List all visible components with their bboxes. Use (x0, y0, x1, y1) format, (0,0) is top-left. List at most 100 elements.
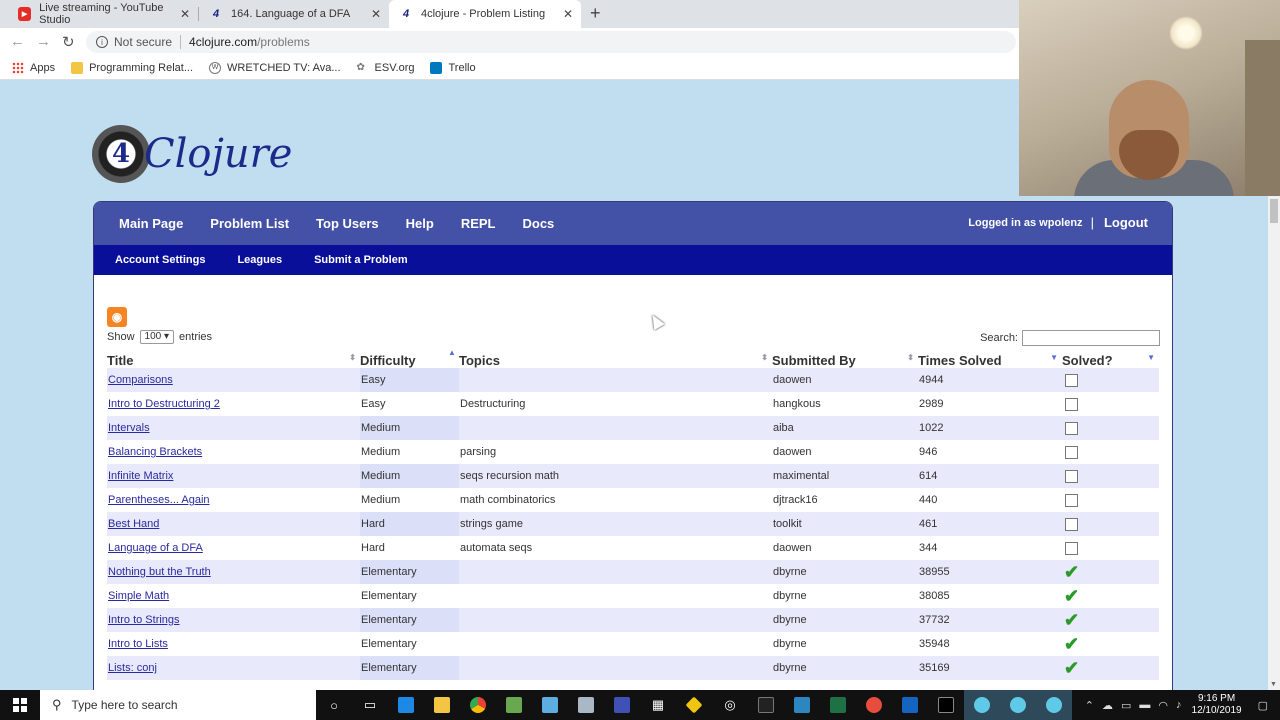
terminal-icon[interactable] (748, 690, 784, 720)
file-explorer-icon[interactable] (424, 690, 460, 720)
task-view-icon[interactable]: ▭ (352, 690, 388, 720)
col-topics[interactable]: Topics ⬍ (459, 352, 772, 368)
notifications-icon[interactable]: ▢ (1258, 699, 1268, 712)
tab-problem-listing[interactable]: 4 4clojure - Problem Listing ✕ (389, 0, 581, 28)
nav-help[interactable]: Help (406, 216, 434, 231)
difficulty-cell: Medium (361, 446, 401, 458)
site-logo[interactable]: 4 Clojure (92, 125, 292, 183)
nav-problem-list[interactable]: Problem List (210, 216, 289, 231)
nav-main-page[interactable]: Main Page (119, 216, 183, 231)
address-bar[interactable]: i Not secure 4clojure.com/problems (86, 31, 1016, 53)
bookmark-programming[interactable]: Programming Relat... (71, 61, 193, 74)
bookmark-wretched[interactable]: W WRETCHED TV: Ava... (209, 61, 341, 74)
scroll-down-icon[interactable]: ▼ (1270, 681, 1277, 688)
cortana-icon[interactable]: ○ (316, 690, 352, 720)
nav-repl[interactable]: REPL (461, 216, 496, 231)
difficulty-cell: Medium (361, 494, 401, 506)
col-times-solved[interactable]: Times Solved ▼ (918, 352, 1062, 368)
chevron-up-icon[interactable]: ⌃ (1085, 699, 1094, 712)
col-title[interactable]: Title ⬍ (107, 352, 360, 368)
bookmark-trello[interactable]: Trello (430, 61, 476, 74)
powershell-icon[interactable] (892, 690, 928, 720)
difficulty-cell: Medium (360, 464, 459, 488)
problem-link[interactable]: Best Hand (108, 518, 159, 530)
volume-icon[interactable]: ♪ (1176, 699, 1182, 711)
trello-icon (430, 61, 443, 74)
problem-link[interactable]: Nothing but the Truth (108, 566, 211, 578)
problem-link[interactable]: Intro to Destructuring 2 (108, 398, 220, 410)
checkmark-icon: ✔ (1064, 633, 1080, 654)
search-input[interactable] (1022, 330, 1160, 346)
col-solved[interactable]: Solved? ▼ (1062, 352, 1159, 368)
checkmark-icon: ✔ (1064, 585, 1080, 606)
difficulty-cell: Easy (361, 398, 386, 410)
solved-cell: ✔ (1062, 560, 1159, 584)
electron-app-icon[interactable] (1036, 690, 1072, 720)
new-tab-icon[interactable]: + (590, 3, 601, 24)
cloud-icon[interactable]: ☁ (1102, 699, 1113, 712)
start-button[interactable] (0, 690, 40, 720)
app-icon[interactable] (856, 690, 892, 720)
taskbar-search[interactable]: ⚲ Type here to search (40, 690, 316, 720)
nav-account-settings[interactable]: Account Settings (115, 254, 205, 266)
difficulty-cell: Hard (361, 542, 385, 554)
col-submitted-by[interactable]: Submitted By ⬍ (772, 352, 918, 368)
problem-link[interactable]: Intervals (108, 422, 150, 434)
vscode-icon[interactable] (388, 690, 424, 720)
app-icon[interactable]: ◎ (712, 690, 748, 720)
display-icon[interactable]: ▭ (1121, 699, 1131, 712)
tab-language-of-dfa[interactable]: 4 164. Language of a DFA ✕ (199, 0, 389, 28)
system-clock[interactable]: 9:16 PM 12/10/2019 (1192, 693, 1242, 717)
problem-link[interactable]: Parentheses... Again (108, 494, 210, 506)
scrollbar-thumb[interactable] (1270, 199, 1278, 223)
tab-youtube-studio[interactable]: ▶ Live streaming - YouTube Studio ✕ (8, 0, 199, 28)
reload-icon[interactable]: ↻ (62, 33, 75, 51)
problem-link[interactable]: Intro to Strings (108, 614, 180, 626)
problem-link[interactable]: Intro to Lists (108, 638, 168, 650)
entries-select[interactable]: 100 ▾ (139, 330, 175, 344)
excel-icon[interactable] (820, 690, 856, 720)
problem-title-cell: Comparisons (107, 368, 360, 392)
rss-icon[interactable]: ◉ (107, 307, 127, 327)
app-icon[interactable] (784, 690, 820, 720)
terminal-icon[interactable] (928, 690, 964, 720)
notepad-icon[interactable] (496, 690, 532, 720)
windows-logo-icon (13, 698, 27, 712)
problem-link[interactable]: Lists: conj (108, 662, 157, 674)
submitted-by-cell: dbyrne (773, 590, 807, 602)
forward-icon[interactable]: → (36, 33, 51, 50)
nav-docs[interactable]: Docs (523, 216, 555, 231)
problem-link[interactable]: Language of a DFA (108, 542, 203, 554)
bookmark-apps[interactable]: Apps (12, 61, 55, 74)
close-icon[interactable]: ✕ (371, 7, 381, 21)
back-icon[interactable]: ← (10, 33, 25, 50)
battery-icon[interactable]: ▬ (1139, 699, 1150, 711)
chrome-icon[interactable] (460, 690, 496, 720)
youtube-icon: ▶ (18, 7, 32, 21)
wifi-icon[interactable]: ◠ (1158, 699, 1168, 712)
problem-link[interactable]: Comparisons (108, 374, 173, 386)
logout-link[interactable]: Logout (1104, 215, 1148, 230)
submitted-by-cell: dbyrne (772, 608, 918, 632)
nav-leagues[interactable]: Leagues (237, 254, 282, 266)
app-icon[interactable] (568, 690, 604, 720)
electron-app-icon[interactable] (1000, 690, 1036, 720)
topics-cell: math combinatorics (460, 494, 556, 506)
problem-link[interactable]: Simple Math (108, 590, 169, 602)
nav-submit-problem[interactable]: Submit a Problem (314, 254, 408, 266)
app-icon[interactable] (532, 690, 568, 720)
table-row: Infinite Matrix Medium seqs recursion math… (107, 464, 1159, 488)
info-icon[interactable]: i (96, 36, 108, 48)
electron-app-icon[interactable] (964, 690, 1000, 720)
problem-link[interactable]: Balancing Brackets (108, 446, 202, 458)
network-app-icon[interactable] (604, 690, 640, 720)
calculator-icon[interactable]: ▦ (640, 690, 676, 720)
col-difficulty[interactable]: Difficulty ▲ (360, 348, 459, 368)
close-icon[interactable]: ✕ (180, 7, 190, 21)
bookmark-esv[interactable]: ✿ ESV.org (357, 62, 415, 74)
nav-top-users[interactable]: Top Users (316, 216, 379, 231)
git-icon[interactable] (676, 690, 712, 720)
close-icon[interactable]: ✕ (563, 7, 573, 21)
topics-cell (459, 608, 772, 632)
problem-link[interactable]: Infinite Matrix (108, 470, 173, 482)
